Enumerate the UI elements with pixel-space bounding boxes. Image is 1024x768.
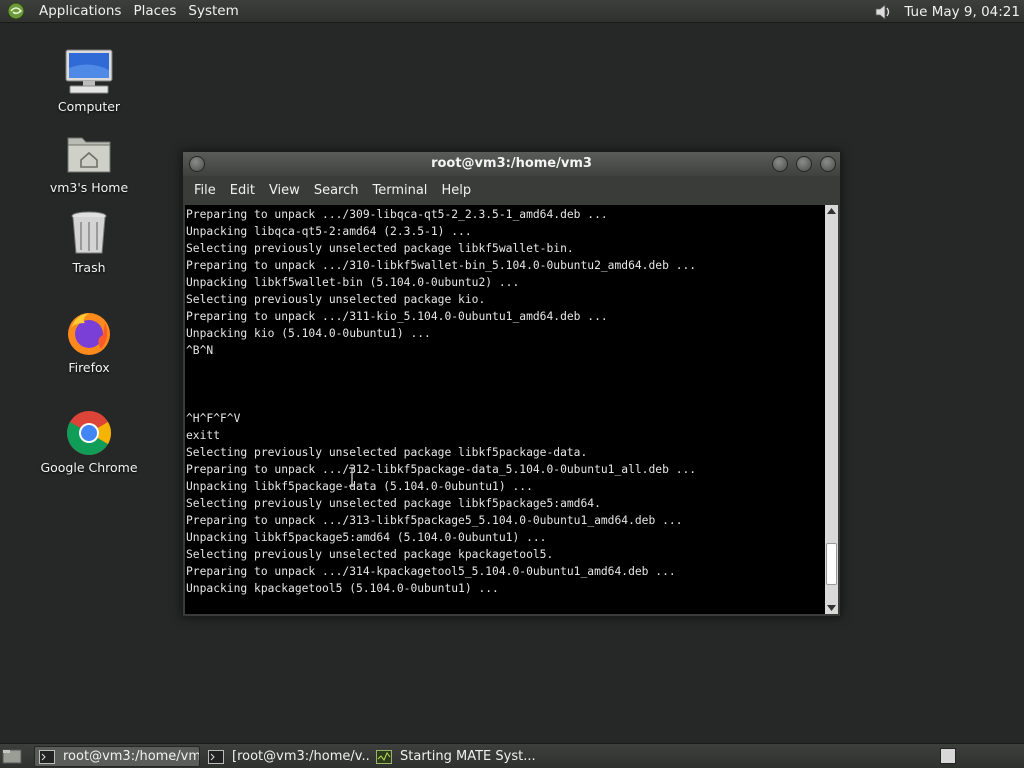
show-desktop-icon[interactable]	[2, 747, 22, 765]
desktop-icon-computer[interactable]: Computer	[34, 46, 144, 114]
text-cursor-icon	[349, 467, 355, 487]
firefox-icon	[63, 307, 115, 359]
terminal-line: Selecting previously unselected package …	[186, 497, 601, 510]
terminal-line: Preparing to unpack .../312-libkf5packag…	[186, 463, 697, 476]
bottom-panel: root@vm3:/home/vm3 [root@vm3:/home/v... …	[0, 743, 1024, 768]
terminal-menubar: File Edit View Search Terminal Help	[183, 176, 840, 204]
system-monitor-icon	[376, 749, 392, 764]
terminal-line: Selecting previously unselected package …	[186, 548, 554, 561]
places-menu[interactable]: Places	[127, 0, 182, 22]
terminal-lines: Preparing to unpack .../309-libqca-qt5-2…	[185, 205, 827, 597]
terminal-output[interactable]: Preparing to unpack .../309-libqca-qt5-2…	[185, 205, 827, 614]
desktop-icon-label: Firefox	[68, 360, 110, 375]
top-panel-tray: Tue May 9, 04:21	[872, 0, 1024, 23]
maximize-button[interactable]	[796, 156, 812, 172]
terminal-line: exitt	[186, 429, 221, 442]
menu-edit[interactable]: Edit	[223, 183, 262, 198]
computer-icon	[63, 46, 115, 98]
terminal-line: Selecting previously unselected package …	[186, 293, 486, 306]
terminal-line: Unpacking libkf5wallet-bin (5.104.0-0ubu…	[186, 276, 520, 289]
terminal-line: Unpacking libqca-qt5-2:amd64 (2.3.5-1) .…	[186, 225, 472, 238]
close-button[interactable]	[820, 156, 836, 172]
clock[interactable]: Tue May 9, 04:21	[904, 4, 1020, 20]
scroll-down-arrow-icon[interactable]	[825, 602, 838, 614]
home-folder-icon	[63, 127, 115, 179]
desktop-icon-label: Computer	[57, 99, 121, 114]
system-menu[interactable]: System	[182, 0, 244, 22]
trash-icon	[63, 207, 115, 259]
taskbar-item-label: [root@vm3:/home/v...	[232, 749, 370, 764]
terminal-line: Selecting previously unselected package …	[186, 242, 574, 255]
desktop-icon-label: vm3's Home	[49, 180, 129, 195]
menu-terminal[interactable]: Terminal	[365, 183, 434, 198]
desktop-icon-chrome[interactable]: Google Chrome	[34, 407, 144, 475]
terminal-line: Selecting previously unselected package …	[186, 446, 588, 459]
window-menu-button[interactable]	[189, 156, 205, 172]
terminal-line: Preparing to unpack .../311-kio_5.104.0-…	[186, 310, 608, 323]
taskbar-item-mate-startup[interactable]: Starting MATE Syst...	[372, 746, 542, 767]
terminal-window[interactable]: root@vm3:/home/vm3 File Edit View Search…	[182, 151, 841, 617]
terminal-icon	[208, 749, 224, 764]
scroll-up-arrow-icon[interactable]	[825, 205, 838, 217]
window-titlebar[interactable]: root@vm3:/home/vm3	[183, 152, 840, 176]
chrome-icon	[63, 407, 115, 459]
minimize-button[interactable]	[772, 156, 788, 172]
applications-menu[interactable]: Applications	[33, 0, 127, 22]
scrollbar-thumb[interactable]	[826, 542, 837, 585]
taskbar-item-label: root@vm3:/home/vm3	[63, 749, 200, 764]
taskbar-item-terminal-1[interactable]: root@vm3:/home/vm3	[34, 746, 200, 767]
desktop-icon-label: Google Chrome	[40, 460, 138, 475]
terminal-icon	[39, 749, 55, 764]
terminal-line: Unpacking kpackagetool5 (5.104.0-0ubuntu…	[186, 582, 499, 595]
terminal-line: Preparing to unpack .../314-kpackagetool…	[186, 565, 676, 578]
menu-view[interactable]: View	[262, 183, 307, 198]
terminal-line: ^H^F^F^V	[186, 412, 241, 425]
taskbar-item-terminal-2[interactable]: [root@vm3:/home/v...	[204, 746, 370, 767]
desktop-icon-trash[interactable]: Trash	[34, 207, 144, 275]
mate-logo-icon[interactable]	[5, 0, 27, 22]
menu-search[interactable]: Search	[307, 183, 366, 198]
top-panel: Applications Places System Tue May 9, 04…	[0, 0, 1024, 23]
terminal-line: ^B^N	[186, 344, 214, 357]
workspace-switcher[interactable]	[940, 748, 956, 764]
volume-icon[interactable]	[872, 1, 894, 23]
terminal-line: Preparing to unpack .../313-libkf5packag…	[186, 514, 683, 527]
terminal-line: Preparing to unpack .../310-libkf5wallet…	[186, 259, 697, 272]
desktop-icon-home[interactable]: vm3's Home	[34, 127, 144, 195]
terminal-line: Preparing to unpack .../309-libqca-qt5-2…	[186, 208, 608, 221]
taskbar-item-label: Starting MATE Syst...	[400, 749, 536, 764]
desktop-icon-label: Trash	[72, 260, 106, 275]
menu-help[interactable]: Help	[434, 183, 478, 198]
menu-file[interactable]: File	[187, 183, 223, 198]
window-title: root@vm3:/home/vm3	[431, 156, 592, 171]
terminal-line: Unpacking libkf5package-data (5.104.0-0u…	[186, 480, 533, 493]
desktop-icon-firefox[interactable]: Firefox	[34, 307, 144, 375]
terminal-line: Unpacking libkf5package5:amd64 (5.104.0-…	[186, 531, 547, 544]
terminal-scrollbar[interactable]	[825, 205, 838, 614]
terminal-line: Unpacking kio (5.104.0-0ubuntu1) ...	[186, 327, 431, 340]
